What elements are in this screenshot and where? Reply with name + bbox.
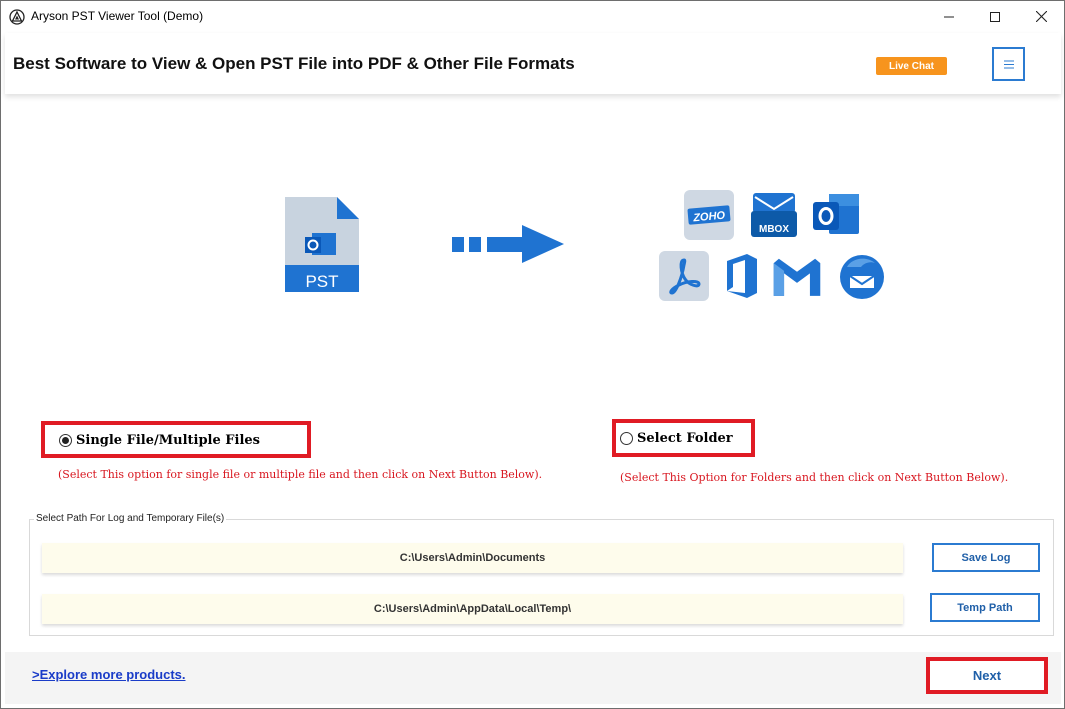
app-logo-icon	[9, 9, 25, 25]
single-file-label: Single File/Multiple Files	[76, 433, 260, 448]
next-button[interactable]: Next	[926, 657, 1048, 694]
hamburger-icon	[1003, 60, 1014, 68]
app-window: Aryson PST Viewer Tool (Demo) Best Softw…	[0, 0, 1065, 709]
live-chat-button[interactable]: Live Chat	[876, 57, 947, 75]
log-path-field[interactable]: C:\Users\Admin\Documents	[42, 543, 903, 573]
radio-selected-dot	[62, 437, 69, 444]
temp-path-value: C:\Users\Admin\AppData\Local\Temp\	[373, 603, 572, 615]
mbox-icon: MBOX	[751, 193, 797, 237]
single-file-option[interactable]: Single File/Multiple Files	[41, 421, 311, 458]
select-folder-radio-row[interactable]: Select Folder	[620, 431, 733, 446]
select-folder-radio[interactable]	[620, 432, 633, 445]
minimize-button[interactable]	[926, 1, 972, 32]
page-title: Best Software to View & Open PST File in…	[13, 54, 575, 73]
maximize-button[interactable]	[972, 1, 1018, 32]
explore-products-link[interactable]: >Explore more products.	[32, 667, 186, 682]
single-file-hint: (Select This option for single file or m…	[58, 468, 543, 481]
temp-path-button[interactable]: Temp Path	[930, 593, 1040, 622]
menu-button[interactable]	[992, 47, 1025, 81]
path-groupbox-legend: Select Path For Log and Temporary File(s…	[34, 513, 227, 524]
thunderbird-icon	[840, 255, 884, 299]
gmail-icon	[773, 258, 821, 296]
office365-icon	[727, 254, 757, 298]
log-path-value: C:\Users\Admin\Documents	[399, 552, 546, 564]
window-title: Aryson PST Viewer Tool (Demo)	[31, 9, 204, 23]
close-button[interactable]	[1018, 1, 1064, 32]
save-log-button[interactable]: Save Log	[932, 543, 1040, 572]
minimize-icon	[944, 16, 954, 17]
pdf-icon	[659, 251, 709, 301]
single-file-radio[interactable]	[59, 434, 72, 447]
zoho-icon: ZOHO	[684, 190, 734, 240]
app-header: Best Software to View & Open PST File in…	[5, 33, 1061, 94]
close-icon	[1035, 11, 1047, 22]
convert-arrow-icon	[452, 225, 564, 263]
mbox-label: MBOX	[759, 224, 789, 235]
outlook-icon	[813, 194, 859, 234]
title-bar[interactable]: Aryson PST Viewer Tool (Demo)	[1, 1, 1064, 32]
maximize-icon	[990, 11, 1000, 22]
temp-path-field[interactable]: C:\Users\Admin\AppData\Local\Temp\	[42, 594, 903, 624]
single-file-radio-row[interactable]: Single File/Multiple Files	[59, 433, 260, 448]
select-folder-hint: (Select This Option for Folders and then…	[620, 471, 1009, 484]
select-folder-option[interactable]: Select Folder	[612, 419, 755, 457]
pst-label: PST	[305, 272, 338, 291]
select-folder-label: Select Folder	[637, 431, 733, 446]
pst-file-icon: PST	[285, 197, 359, 292]
